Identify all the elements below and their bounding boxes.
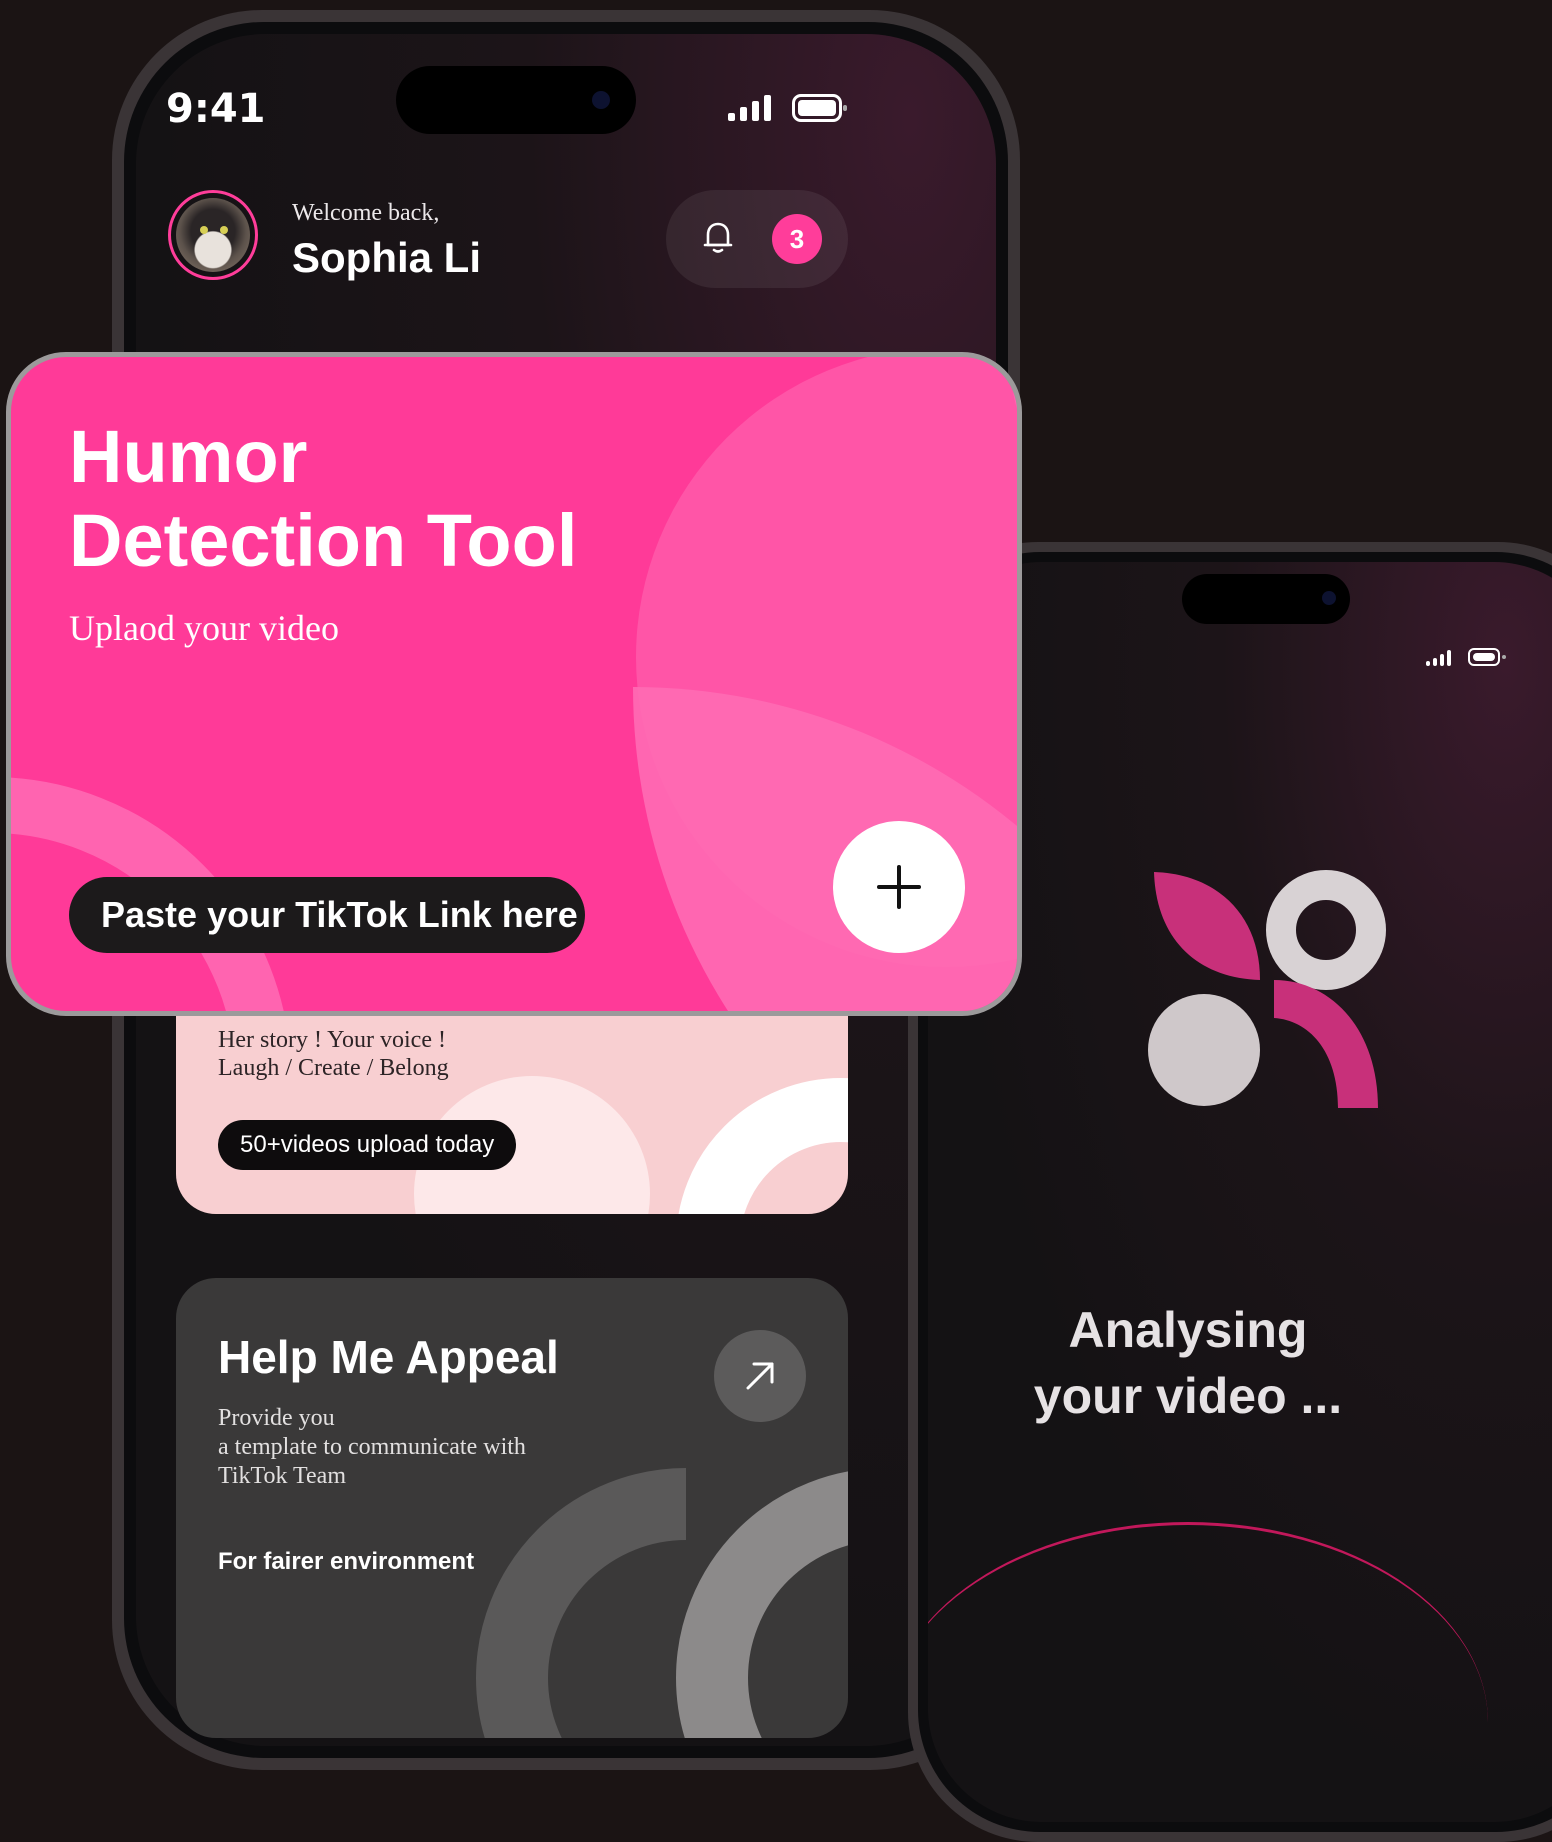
promo-tagline-1: Her story ! Your voice ! (218, 1027, 446, 1053)
status-time: 9:41 (166, 86, 266, 132)
appeal-description: Provide you a template to communicate wi… (218, 1404, 526, 1491)
hero-title-line-1: Humor (69, 415, 308, 498)
avatar-photo (176, 198, 250, 272)
analysing-line-2: your video ... (1033, 1368, 1343, 1424)
appeal-card[interactable]: Help Me Appeal Provide you a template to… (176, 1278, 848, 1738)
add-video-button[interactable] (833, 821, 965, 953)
promo-tagline-2: Laugh / Create / Belong (218, 1055, 449, 1081)
appeal-open-button[interactable] (714, 1330, 806, 1422)
appeal-desc-line: TikTok Team (218, 1463, 346, 1489)
progress-arc (928, 1522, 1488, 1822)
hero-subtitle: Uplaod your video (69, 608, 339, 648)
promo-arc-decoration (676, 1078, 848, 1214)
user-name: Sophia Li (292, 234, 481, 281)
avatar[interactable] (168, 190, 258, 280)
hero-title-line-2: Detection Tool (69, 499, 578, 582)
appeal-desc-line: a template to communicate with (218, 1434, 526, 1460)
bell-icon[interactable] (702, 220, 734, 254)
analysing-line-1: Analysing (1068, 1302, 1308, 1358)
appeal-title: Help Me Appeal (218, 1331, 559, 1383)
humor-detection-card: Humor Detection Tool Uplaod your video P… (6, 352, 1022, 1016)
signal-icon (1426, 650, 1451, 666)
arrow-up-right-icon (746, 1362, 774, 1390)
camera-icon (592, 91, 610, 109)
dynamic-island-2 (1182, 574, 1350, 624)
signal-icon (728, 95, 771, 121)
notification-badge[interactable]: 3 (772, 214, 822, 264)
welcome-label: Welcome back, (292, 200, 440, 226)
appeal-footer: For fairer environment (218, 1548, 475, 1575)
appeal-arc-decoration-2 (676, 1468, 848, 1738)
app-logo-icon (1148, 870, 1386, 1108)
battery-icon (1468, 648, 1506, 666)
analysing-text: Analysing your video ... (928, 1297, 1448, 1429)
camera-icon (1322, 591, 1336, 605)
appeal-desc-line: Provide you (218, 1405, 335, 1431)
hero-title: Humor Detection Tool (69, 415, 577, 583)
uploads-badge: 50+videos upload today (218, 1120, 517, 1170)
plus-icon (877, 865, 921, 909)
dynamic-island (396, 66, 636, 134)
tiktok-link-input[interactable]: Paste your TikTok Link here (69, 877, 585, 953)
battery-icon (792, 94, 847, 122)
